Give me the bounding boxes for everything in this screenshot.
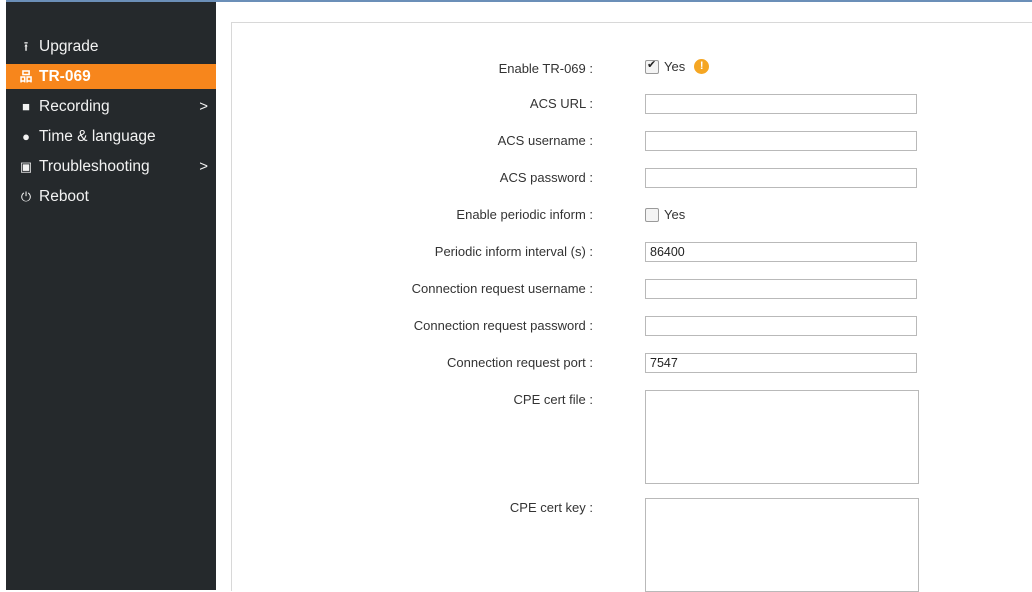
acs-username-input[interactable] <box>645 131 917 151</box>
connection-request-password-label: Connection request password : <box>413 318 593 333</box>
connection-request-port-label: Connection request port : <box>447 355 593 370</box>
enable-periodic-inform-option: Yes <box>664 207 686 222</box>
periodic-inform-interval-label: Periodic inform interval (s) : <box>434 244 593 259</box>
acs-password-input[interactable] <box>645 168 917 188</box>
acs-url-label: ACS URL : <box>529 96 593 111</box>
cpe-cert-key-textarea[interactable] <box>645 498 919 592</box>
enable-tr069-label: Enable TR-069 : <box>498 61 593 76</box>
sidebar-item-reboot[interactable]: ⏻ Reboot <box>6 182 216 212</box>
sidebar-item-label: Time & language <box>39 128 156 146</box>
sidebar-item-recording[interactable]: ■ Recording > <box>6 92 216 122</box>
acs-username-label: ACS username : <box>497 133 593 148</box>
connection-request-username-label: Connection request username : <box>411 281 593 296</box>
power-icon: ⏻ <box>20 189 32 204</box>
enable-tr069-checkbox[interactable] <box>645 58 659 74</box>
cpe-cert-file-textarea[interactable] <box>645 390 919 484</box>
sidebar-nav: ⭱ Upgrade 品 TR-069 ■ Recording > ● Time & la… <box>6 32 216 212</box>
cpe-cert-key-label: CPE cert key : <box>509 500 593 515</box>
connection-request-password-input[interactable] <box>645 316 917 336</box>
sidebar-item-label: Reboot <box>39 188 89 206</box>
toolbox-icon: ▣ <box>19 159 33 174</box>
language-icon: ● <box>22 129 30 144</box>
network-icon: 品 <box>19 69 33 85</box>
sidebar-item-troubleshooting[interactable]: ▣ Troubleshooting > <box>6 152 216 182</box>
periodic-inform-interval-input[interactable] <box>645 242 917 262</box>
sidebar-item-label: TR-069 <box>39 68 91 85</box>
sidebar-item-time-language[interactable]: ● Time & language <box>6 122 216 152</box>
connection-request-port-input[interactable] <box>645 353 917 373</box>
video-camera-icon: ■ <box>22 99 30 114</box>
enable-periodic-inform-label: Enable periodic inform : <box>456 207 593 222</box>
acs-url-input[interactable] <box>645 94 917 114</box>
upload-icon: ⭱ <box>23 39 29 54</box>
sidebar-item-label: Recording <box>39 98 110 116</box>
acs-password-label: ACS password : <box>499 170 593 185</box>
sidebar: ⭱ Upgrade 品 TR-069 ■ Recording > ● Time & la… <box>6 2 216 590</box>
warning-icon[interactable]: ! <box>694 59 710 74</box>
enable-periodic-inform-checkbox[interactable] <box>645 207 659 222</box>
sidebar-item-tr069[interactable]: 品 TR-069 <box>6 64 216 89</box>
sidebar-item-upgrade[interactable]: ⭱ Upgrade <box>6 32 216 62</box>
tr069-settings-panel: Enable TR-069 : Yes ! ACS URL : ACS user… <box>231 22 1032 592</box>
sidebar-item-label: Troubleshooting <box>39 158 150 176</box>
cpe-cert-file-label: CPE cert file : <box>513 392 593 407</box>
enable-tr069-option: Yes <box>664 59 686 74</box>
sidebar-item-label: Upgrade <box>39 38 99 56</box>
connection-request-username-input[interactable] <box>645 279 917 299</box>
enable-periodic-inform-checkbox-group: Yes <box>645 207 685 222</box>
enable-tr069-checkbox-group: Yes ! <box>645 58 710 74</box>
